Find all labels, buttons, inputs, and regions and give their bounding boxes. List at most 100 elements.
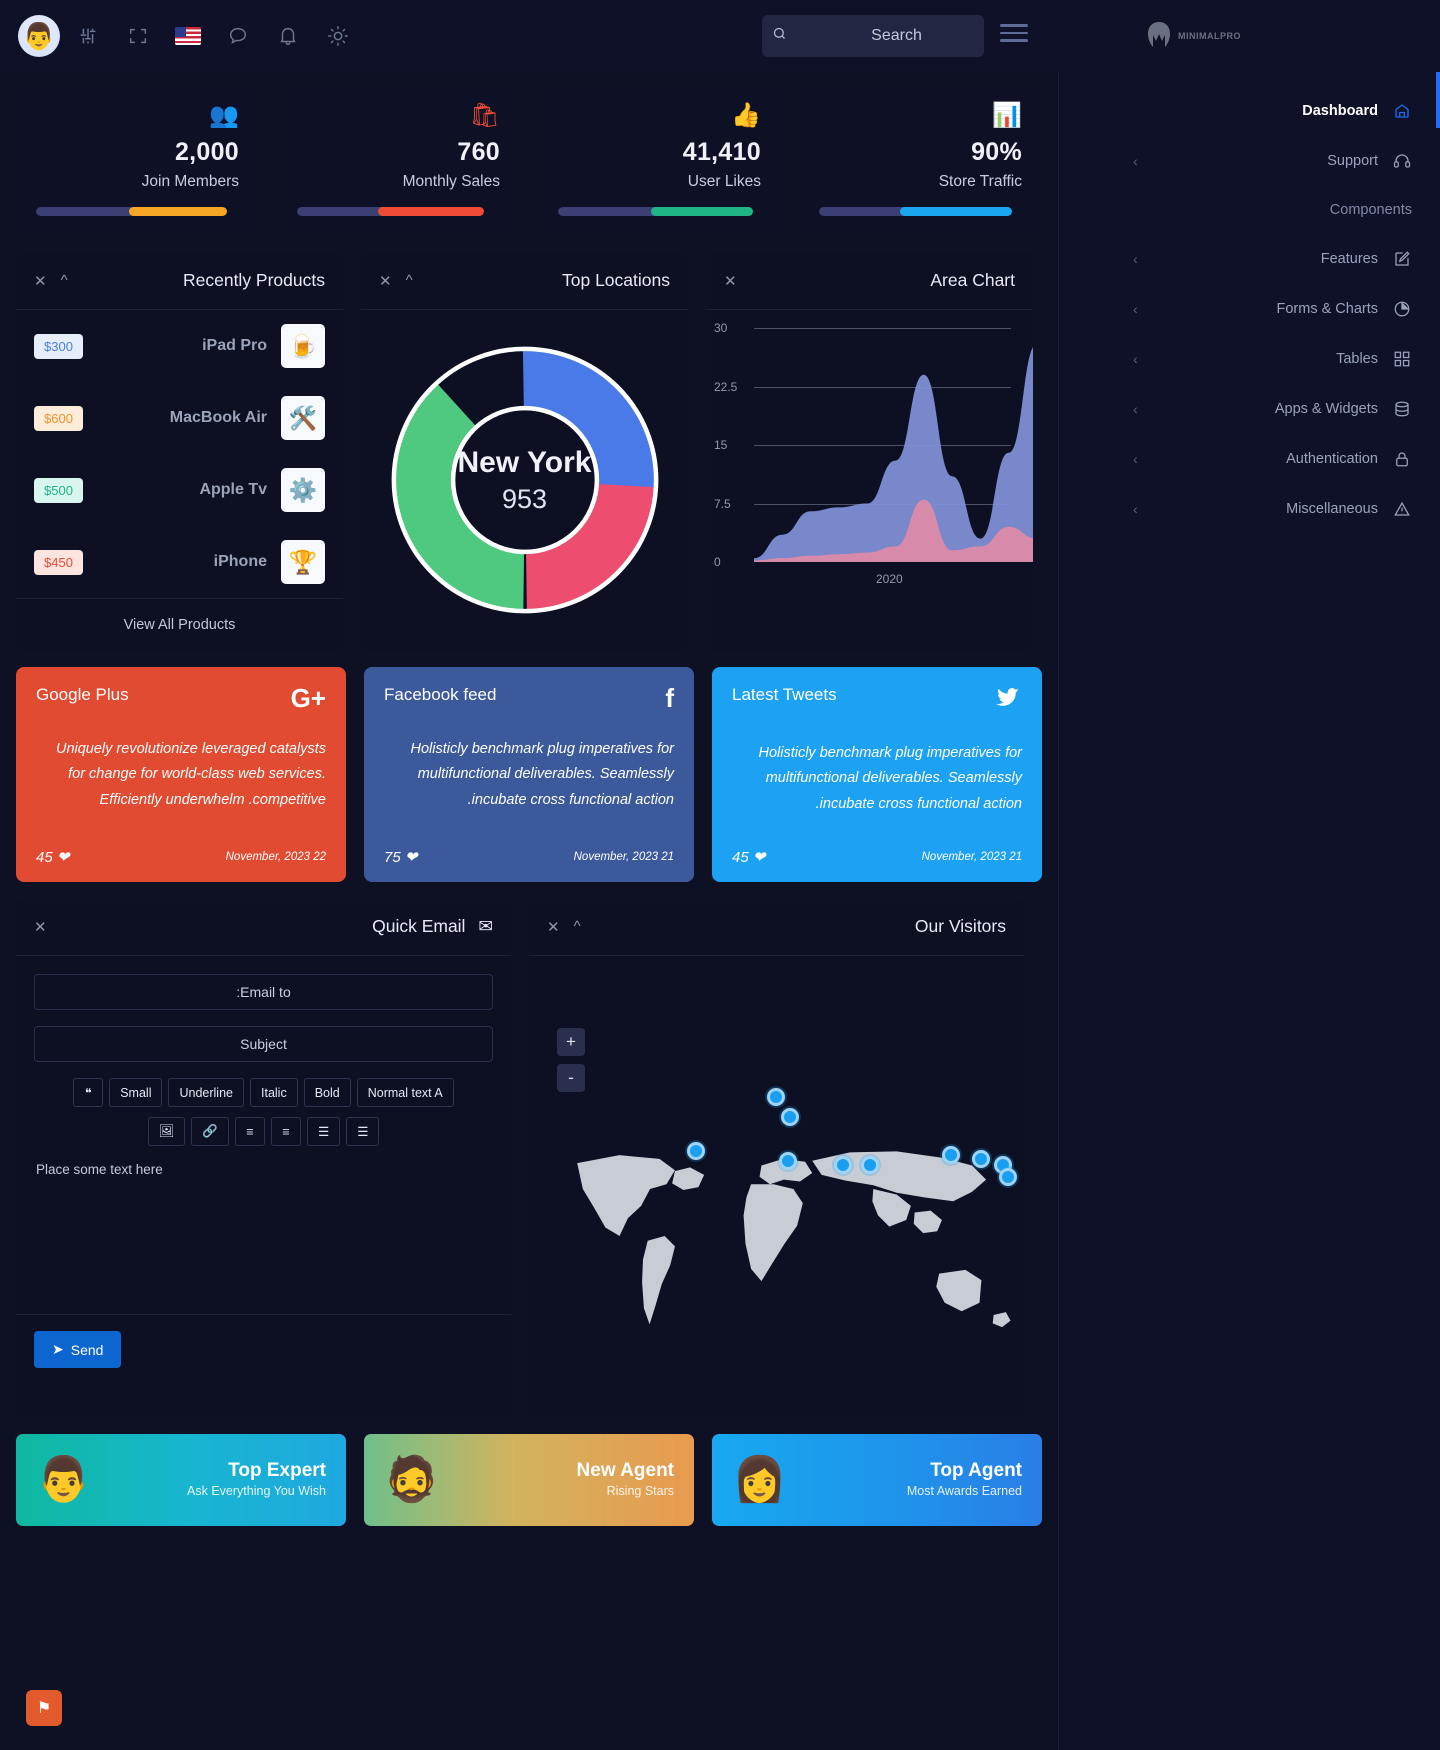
map-pin[interactable] <box>861 1156 879 1174</box>
product-row[interactable]: $450 iPhone 🏆 <box>16 526 343 598</box>
donut-value: 953 <box>501 483 548 514</box>
agent-card-top-expert[interactable]: 👨 Top Expert Ask Everything You Wish <box>16 1434 346 1526</box>
product-row[interactable]: $500 Apple Tv ⚙️ <box>16 454 343 526</box>
stat-value: 41,410 <box>682 138 761 166</box>
heart-icon: ❤ <box>752 849 766 866</box>
close-icon[interactable]: ✕ <box>34 272 47 290</box>
map-pin[interactable] <box>972 1150 990 1168</box>
product-list: $300 iPad Pro 🍺 $600 MacBook Air 🛠️ $500 Apple … <box>16 310 343 598</box>
sidebar-item-dashboard[interactable]: Dashboard <box>1059 86 1440 136</box>
fullscreen-icon[interactable] <box>116 14 160 58</box>
flag-us-icon[interactable] <box>166 14 210 58</box>
bell-icon[interactable] <box>266 14 310 58</box>
home-icon <box>1392 101 1412 121</box>
chevron-up-icon[interactable]: ^ <box>574 918 581 935</box>
search-bar[interactable] <box>762 15 1000 57</box>
sliders-icon[interactable] <box>66 14 110 58</box>
area-chart-svg <box>754 347 1033 562</box>
blockquote-button[interactable]: ❝ <box>73 1078 104 1107</box>
close-icon[interactable]: ✕ <box>547 918 560 936</box>
map-pin[interactable] <box>781 1108 799 1126</box>
agent-card-top-agent[interactable]: 👩 Top Agent Most Awards Earned <box>712 1434 1042 1526</box>
sun-icon[interactable] <box>316 14 360 58</box>
chevron-left-icon[interactable]: ‹ <box>1133 501 1138 517</box>
google-plus-icon: G+ <box>290 683 326 713</box>
stat-card-join-members: 👥 2,000 Join Members <box>16 86 259 236</box>
stat-label: Monthly Sales <box>402 173 500 190</box>
chevron-left-icon[interactable]: ‹ <box>1133 251 1138 267</box>
social-card-body: Holisticly benchmark plug imperatives fo… <box>758 745 1022 812</box>
unordered-list-button[interactable]: ☰ <box>346 1117 380 1146</box>
progress-bar <box>36 207 239 216</box>
social-card-header: Facebook feed f <box>384 685 674 711</box>
product-name: Apple Tv <box>199 481 267 498</box>
chevron-left-icon[interactable]: ‹ <box>1133 351 1138 367</box>
top-locations-panel: ✕ ^ Top Locations New York 953 <box>361 252 688 651</box>
email-to-input[interactable] <box>34 974 493 1010</box>
sidebar-item-tables[interactable]: ‹ Tables <box>1059 334 1440 384</box>
map-pin[interactable] <box>779 1152 797 1170</box>
map-pin[interactable] <box>834 1156 852 1174</box>
brand-mark-icon <box>1146 22 1172 50</box>
italic-button[interactable]: Italic <box>250 1078 298 1107</box>
align-left-button[interactable]: ≡ <box>235 1117 265 1146</box>
sidebar-item-label: Components <box>1329 202 1412 218</box>
insert-link-button[interactable]: 🔗 <box>191 1117 229 1146</box>
sidebar-item-label: Support <box>1327 153 1378 169</box>
close-icon[interactable]: ✕ <box>379 272 392 290</box>
chevron-up-icon[interactable]: ^ <box>61 272 68 289</box>
email-subject-input[interactable] <box>34 1026 493 1062</box>
sidebar-item-label: Authentication <box>1286 451 1378 467</box>
agent-title: New Agent <box>576 1460 674 1481</box>
insert-image-button[interactable]: 🖼 <box>147 1117 186 1146</box>
view-all-products-button[interactable]: View All Products <box>16 598 343 651</box>
sidebar-item-authentication[interactable]: ‹ Authentication <box>1059 434 1440 484</box>
bold-button[interactable]: Bold <box>303 1078 351 1107</box>
chevron-up-icon[interactable]: ^ <box>406 272 413 289</box>
sidebar-item-miscellaneous[interactable]: ‹ Miscellaneous <box>1059 484 1440 534</box>
sidebar-item-forms-charts[interactable]: ‹ Forms & Charts <box>1059 284 1440 334</box>
y-axis-tick: 0 <box>714 555 721 569</box>
close-icon[interactable]: ✕ <box>724 272 737 290</box>
social-card-title: Latest Tweets <box>732 685 837 704</box>
send-button[interactable]: ➤ Send <box>34 1331 122 1368</box>
chevron-left-icon[interactable]: ‹ <box>1133 401 1138 417</box>
small-text-button[interactable]: Small <box>109 1078 163 1107</box>
chevron-left-icon[interactable]: ‹ <box>1133 451 1138 467</box>
map-pin[interactable] <box>942 1146 960 1164</box>
agent-card-new-agent[interactable]: 🧔 New Agent Rising Stars <box>364 1434 694 1526</box>
social-card-footer: 75 ❤ November, 2023 21 <box>384 834 674 866</box>
avatar[interactable]: 👨 <box>18 15 60 57</box>
social-card-date: November, 2023 21 <box>921 851 1022 863</box>
map-pin[interactable] <box>999 1168 1017 1186</box>
underline-button[interactable]: Underline <box>168 1078 244 1107</box>
email-editor[interactable]: Place some text here <box>34 1156 493 1296</box>
normal-text-button[interactable]: Normal text A <box>356 1078 454 1107</box>
flag-icon-button[interactable]: ⚑ <box>26 1690 62 1726</box>
product-price: $600 <box>34 405 83 431</box>
chat-icon[interactable] <box>216 14 260 58</box>
sidebar-item-apps-widgets[interactable]: ‹ Apps & Widgets <box>1059 384 1440 434</box>
map-pin[interactable] <box>687 1142 705 1160</box>
sidebar-item-label: Features <box>1320 251 1378 267</box>
product-row[interactable]: $600 MacBook Air 🛠️ <box>16 382 343 454</box>
world-map[interactable]: + - <box>529 956 1024 1418</box>
brand-name: MINIMALPRO <box>1178 31 1241 41</box>
search-icon <box>772 26 787 46</box>
product-row[interactable]: $300 iPad Pro 🍺 <box>16 310 343 382</box>
x-axis-tick: 2020 <box>876 572 903 586</box>
close-icon[interactable]: ✕ <box>34 918 47 936</box>
map-pin[interactable] <box>767 1088 785 1106</box>
map-zoom-in-button[interactable]: + <box>557 1028 585 1056</box>
chevron-left-icon[interactable]: ‹ <box>1133 301 1138 317</box>
editor-toolbar-row-2: 🖼 🔗 ≡ ≡ ☰ ☰ <box>34 1117 493 1146</box>
chevron-left-icon[interactable]: ‹ <box>1133 153 1138 169</box>
sidebar-item-support[interactable]: ‹ Support <box>1059 136 1440 186</box>
search-input[interactable] <box>793 27 1000 45</box>
align-right-button[interactable]: ≡ <box>271 1117 301 1146</box>
lock-icon <box>1392 449 1412 469</box>
ordered-list-button[interactable]: ☰ <box>307 1117 341 1146</box>
top-bar: 👨 Search MINIMALPRO <box>0 0 1440 72</box>
sidebar-item-features[interactable]: ‹ Features <box>1059 234 1440 284</box>
hamburger-icon[interactable] <box>1000 24 1028 47</box>
